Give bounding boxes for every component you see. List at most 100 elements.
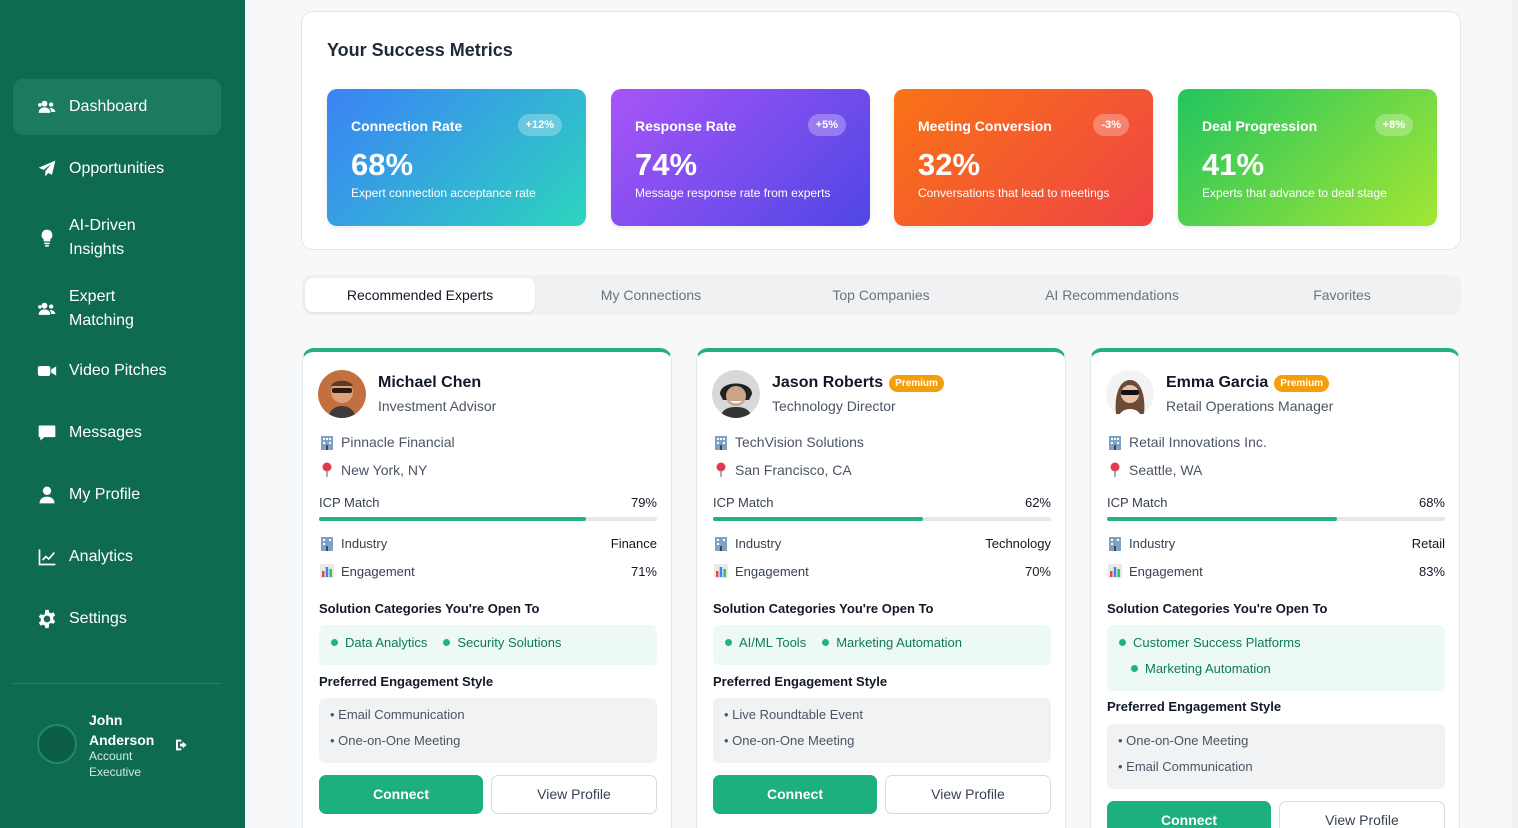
logout-icon[interactable] xyxy=(174,737,192,753)
expert-name-text: Jason Roberts xyxy=(772,374,884,391)
metric-card-connection-rate: Connection Rate +12% 68% Expert connecti… xyxy=(327,89,586,226)
metric-badge: -3% xyxy=(1093,114,1129,136)
connect-button[interactable]: Connect xyxy=(319,775,483,814)
success-metrics-panel: Your Success Metrics Connection Rate +12… xyxy=(301,11,1461,250)
engagement-value: 70% xyxy=(1024,563,1051,579)
engagement-style-title: Preferred Engagement Style xyxy=(319,674,494,689)
icp-progress-fill xyxy=(713,517,923,521)
expert-avatar xyxy=(712,370,760,418)
solution-categories-title: Solution Categories You're Open To xyxy=(319,601,540,616)
solution-label: Security Solutions xyxy=(457,634,562,650)
building-icon xyxy=(713,434,733,450)
sidebar-item-analytics[interactable]: Analytics xyxy=(13,529,221,585)
expert-location: San Francisco, CA xyxy=(713,462,852,478)
solution-chip: Marketing Automation xyxy=(1131,659,1271,677)
metric-value: 32% xyxy=(918,147,981,182)
gear-icon xyxy=(36,608,58,630)
users-icon xyxy=(36,96,58,118)
industry-value: Technology xyxy=(985,535,1051,551)
icp-match: ICP Match 79% xyxy=(319,495,657,510)
sidebar-item-messages[interactable]: Messages xyxy=(13,405,221,461)
sidebar-item-video-pitches[interactable]: Video Pitches xyxy=(13,343,221,399)
engagement-label: Engagement xyxy=(1129,563,1203,579)
sidebar-item-settings[interactable]: Settings xyxy=(13,591,221,647)
industry-row: Industry Technology xyxy=(713,535,1051,551)
industry-label: Industry xyxy=(341,535,388,551)
expert-title: Retail Operations Manager xyxy=(1166,398,1334,414)
building-icon xyxy=(1107,535,1127,551)
icp-progress-bar xyxy=(319,517,657,521)
paper-plane-icon xyxy=(36,158,58,180)
company-name: TechVision Solutions xyxy=(735,434,864,450)
solution-label: Customer Success Platforms xyxy=(1133,634,1301,650)
expert-name-text: Emma Garcia xyxy=(1166,374,1269,391)
engagement-styles: • Live Roundtable Event • One-on-One Mee… xyxy=(713,698,1051,763)
tab-ai-recommendations[interactable]: AI Recommendations xyxy=(997,278,1227,312)
sidebar-item-expert-matching[interactable]: Expert Matching xyxy=(13,281,221,337)
message-icon xyxy=(36,422,58,444)
view-profile-button[interactable]: View Profile xyxy=(491,775,657,814)
chart-line-icon xyxy=(36,546,58,568)
user-role: Account Executive xyxy=(89,749,142,779)
company-name: Pinnacle Financial xyxy=(341,434,455,450)
bar-chart-icon xyxy=(319,563,339,579)
tab-favorites[interactable]: Favorites xyxy=(1227,278,1457,312)
sidebar-item-dashboard[interactable]: Dashboard xyxy=(13,79,221,135)
icp-match: ICP Match 62% xyxy=(713,495,1051,510)
map-pin-icon xyxy=(1107,462,1127,478)
industry-value: Finance xyxy=(610,535,657,551)
user-name: John Anderson xyxy=(89,712,155,748)
solution-chip: Marketing Automation xyxy=(822,633,962,651)
map-pin-icon xyxy=(319,462,339,478)
sidebar-item-ai-driven-insights[interactable]: AI-Driven Insights xyxy=(13,203,221,273)
sidebar-divider xyxy=(13,683,221,684)
view-profile-button[interactable]: View Profile xyxy=(885,775,1051,814)
metric-description: Conversations that lead to meetings xyxy=(918,186,1110,200)
connect-button[interactable]: Connect xyxy=(1107,801,1271,828)
sidebar-item-label: Analytics xyxy=(69,548,134,565)
sidebar-item-label: Messages xyxy=(69,424,142,441)
bar-chart-icon xyxy=(713,563,733,579)
expert-company: Pinnacle Financial xyxy=(319,434,455,450)
building-icon xyxy=(319,434,339,450)
engagement-row: Engagement 83% xyxy=(1107,563,1445,579)
metric-title: Meeting Conversion xyxy=(918,118,1052,134)
engagement-style-item: • Live Roundtable Event xyxy=(724,707,863,722)
avatar[interactable] xyxy=(37,724,77,764)
sidebar-item-opportunities[interactable]: Opportunities xyxy=(13,141,221,197)
icp-progress-fill xyxy=(319,517,587,521)
engagement-styles: • One-on-One Meeting • Email Communicati… xyxy=(1107,724,1445,789)
tab-my-connections[interactable]: My Connections xyxy=(536,278,766,312)
view-profile-button[interactable]: View Profile xyxy=(1279,801,1445,828)
expert-tabs: Recommended Experts My Connections Top C… xyxy=(302,275,1461,315)
metric-description: Experts that advance to deal stage xyxy=(1202,186,1387,200)
expert-company: TechVision Solutions xyxy=(713,434,864,450)
connect-button[interactable]: Connect xyxy=(713,775,877,814)
engagement-style-label: Email Communication xyxy=(338,707,465,722)
engagement-styles: • Email Communication • One-on-One Meeti… xyxy=(319,698,657,763)
video-icon xyxy=(36,360,58,382)
solution-label: Data Analytics xyxy=(345,634,428,650)
icp-progress-fill xyxy=(1107,517,1337,521)
engagement-style-item: • Email Communication xyxy=(1118,759,1253,774)
metric-card-response-rate: Response Rate +5% 74% Message response r… xyxy=(611,89,870,226)
metric-value: 41% xyxy=(1202,147,1265,182)
engagement-row: Engagement 70% xyxy=(713,563,1051,579)
tab-recommended-experts[interactable]: Recommended Experts xyxy=(305,278,535,312)
icp-label: ICP Match xyxy=(713,495,774,510)
icp-value: 68% xyxy=(1418,495,1445,510)
sidebar-item-my-profile[interactable]: My Profile xyxy=(13,467,221,523)
scrollbar[interactable] xyxy=(1512,0,1518,828)
engagement-row: Engagement 71% xyxy=(319,563,657,579)
expert-location: New York, NY xyxy=(319,462,427,478)
expert-name: Emma Garcia Premium xyxy=(1166,374,1330,392)
building-icon xyxy=(1107,434,1127,450)
location-name: San Francisco, CA xyxy=(735,462,852,478)
icp-value: 79% xyxy=(630,495,657,510)
expert-name: Jason Roberts Premium xyxy=(772,374,944,392)
sidebar-item-label: AI-Driven Insights xyxy=(69,217,136,258)
tab-top-companies[interactable]: Top Companies xyxy=(766,278,996,312)
expert-card: Michael Chen Investment Advisor Pinnacle… xyxy=(302,348,672,828)
users-icon xyxy=(36,298,58,320)
industry-row: Industry Finance xyxy=(319,535,657,551)
